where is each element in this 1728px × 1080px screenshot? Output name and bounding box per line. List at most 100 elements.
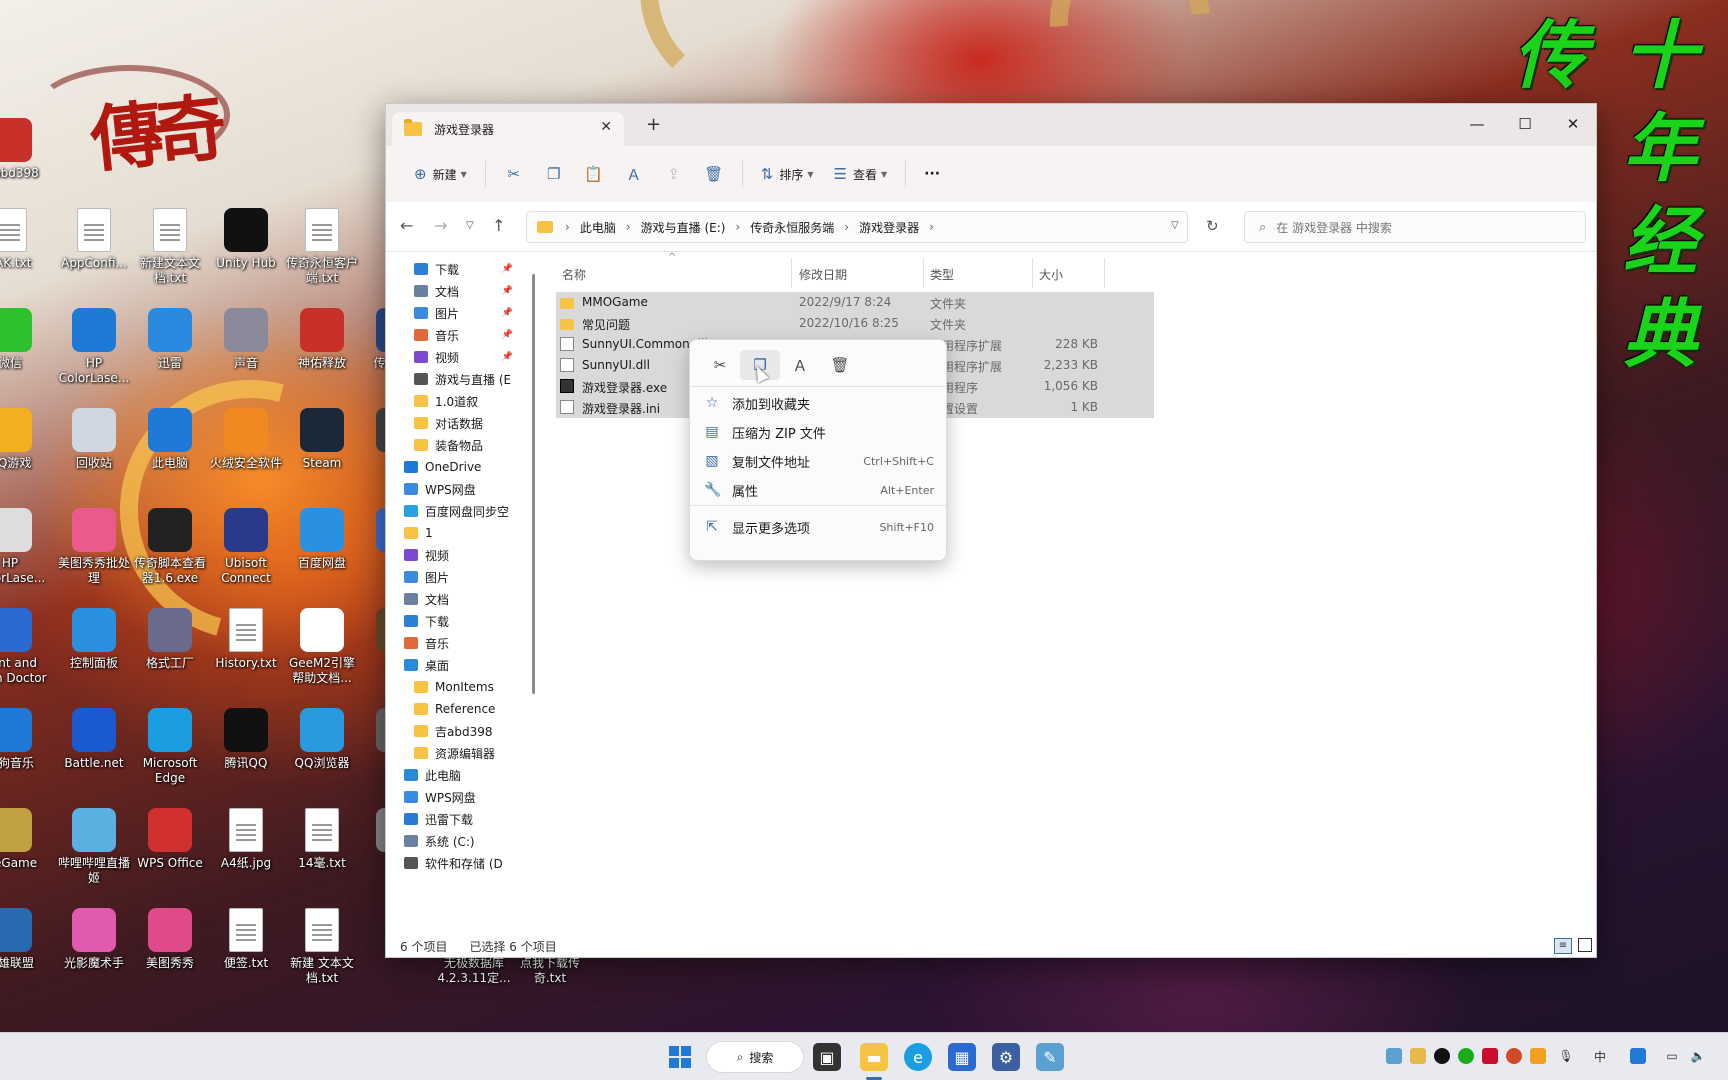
nav-item[interactable]: 装备物品 (386, 434, 521, 456)
desktop-file-a4[interactable]: A4纸.jpg (208, 808, 284, 871)
close-tab-icon[interactable]: ✕ (600, 119, 612, 135)
context-menu-item[interactable]: ☆ 添加到收藏夹 (690, 388, 946, 418)
context-cut-button[interactable]: ✂ (700, 350, 740, 380)
new-button[interactable]: ⊕ 新建 ▼ (404, 158, 477, 190)
paste-button[interactable]: 📋 (574, 165, 614, 183)
context-menu-item[interactable]: 🔧 属性 Alt+Enter (690, 475, 946, 505)
nav-item[interactable]: WPS网盘 (386, 478, 521, 500)
share-button[interactable]: ⇪ (654, 165, 694, 183)
input-method-icon[interactable]: 中 (1592, 1048, 1608, 1064)
taskbar-app-editor[interactable]: ✎ (1036, 1043, 1064, 1071)
nav-item[interactable]: 软件和存储 (D (386, 852, 521, 874)
nav-item[interactable]: 桌面 (386, 654, 521, 676)
desktop-app-formatfactory[interactable]: 格式工厂 (132, 608, 208, 671)
address-bar[interactable]: › 此电脑 › 游戏与直播 (E:) › 传奇永恒服务端 › 游戏登录器 › (526, 211, 1188, 243)
desktop-file-appconfig[interactable]: AppConfi... (56, 208, 132, 271)
breadcrumb-this-pc[interactable]: 此电脑 (580, 219, 616, 236)
desktop-app-xunlei[interactable]: 迅雷 (132, 308, 208, 371)
desktop-file-abd398[interactable]: 吉abd398 (0, 118, 48, 181)
context-rename-button[interactable]: Ａ (780, 350, 820, 380)
recent-locations-icon[interactable]: ▽ (466, 220, 474, 231)
column-name[interactable]: 名称 (562, 266, 586, 283)
desktop-app-thispc[interactable]: 此电脑 (132, 408, 208, 471)
desktop-app-controlpanel[interactable]: 控制面板 (56, 608, 132, 671)
tray-app3-icon[interactable] (1630, 1048, 1646, 1064)
desktop-app-recyclebin[interactable]: 回收站 (56, 408, 132, 471)
desktop-file-newtext[interactable]: 新建文本文档.txt (132, 208, 208, 286)
taskbar-search-button[interactable]: ⌕ 搜索 (706, 1041, 804, 1073)
nav-item[interactable]: 音乐 📌 (386, 324, 521, 346)
context-menu-item[interactable]: ▧ 复制文件地址 Ctrl+Shift+C (690, 446, 946, 476)
nav-item[interactable]: 吉abd398 (386, 720, 521, 742)
desktop-app-meitu[interactable]: 美图秀秀 (132, 908, 208, 971)
desktop-app-guangying[interactable]: 光影魔术手 (56, 908, 132, 971)
desktop-app-battlenet[interactable]: Battle.net (56, 708, 132, 771)
nav-item[interactable]: 此电脑 (386, 764, 521, 786)
nav-item[interactable]: OneDrive (386, 456, 521, 478)
nav-item[interactable]: 图片 (386, 566, 521, 588)
desktop-app-printscan[interactable]: Print and Scan Doctor (0, 608, 48, 686)
nav-item[interactable]: 下载 📌 (386, 258, 521, 280)
desktop-app-baidu[interactable]: 百度网盘 (284, 508, 360, 571)
desktop-file-geem2[interactable]: GeeM2引擎帮助文档... (284, 608, 360, 686)
tray-folder-icon[interactable] (1410, 1048, 1426, 1064)
file-row[interactable]: MMOGame 2022/9/17 8:24 文件夹 (556, 292, 1154, 313)
nav-item[interactable]: 1.0道叙 (386, 390, 521, 412)
desktop-app-meitu-batch[interactable]: 美图秀秀批处理 (56, 508, 132, 586)
desktop-app-shenyou[interactable]: 神佑释放 (284, 308, 360, 371)
breadcrumb-server-folder[interactable]: 传奇永恒服务端 (750, 219, 834, 236)
sort-button[interactable]: ⇅ 排序 ▼ (751, 158, 824, 190)
breadcrumb-current-folder[interactable]: 游戏登录器 (859, 219, 919, 236)
desktop-app-unityhub[interactable]: Unity Hub (208, 208, 284, 271)
context-delete-button[interactable]: 🗑 (820, 350, 860, 380)
start-button[interactable] (666, 1043, 694, 1071)
forward-arrow-icon[interactable]: → (434, 216, 447, 235)
close-window-button[interactable]: ✕ (1550, 110, 1596, 138)
details-view-icon[interactable]: ≡ (1554, 938, 1572, 954)
nav-item[interactable]: 文档 (386, 588, 521, 610)
desktop-app-lol[interactable]: 英雄联盟 (0, 908, 48, 971)
tray-huorong-icon[interactable] (1530, 1048, 1546, 1064)
context-menu-item[interactable]: ▤ 压缩为 ZIP 文件 (690, 417, 946, 447)
desktop-app-bilibili[interactable]: 哔哩哔哩直播姬 (56, 808, 132, 886)
back-arrow-icon[interactable]: ← (400, 216, 413, 235)
nav-item[interactable]: WPS网盘 (386, 786, 521, 808)
nav-item[interactable]: 视频 📌 (386, 346, 521, 368)
tray-qq-icon[interactable] (1434, 1048, 1450, 1064)
breadcrumb-drive-e[interactable]: 游戏与直播 (E:) (641, 219, 726, 236)
network-icon[interactable]: ▭ (1664, 1048, 1680, 1064)
nav-item[interactable]: 系统 (C:) (386, 830, 521, 852)
desktop-app-wechat[interactable]: 微信 (0, 308, 48, 371)
nav-item[interactable]: 对话数据 (386, 412, 521, 434)
nav-item[interactable]: MonItems (386, 676, 521, 698)
copy-button[interactable]: ❐ (534, 165, 574, 183)
nav-item[interactable]: Reference (386, 698, 521, 720)
task-view-button[interactable]: ▣ (813, 1043, 841, 1071)
desktop-app-kugou[interactable]: 酷狗音乐 (0, 708, 48, 771)
nav-item[interactable]: 视频 (386, 544, 521, 566)
address-history-chevron-icon[interactable]: ▽ (1171, 220, 1179, 231)
refresh-icon[interactable]: ↻ (1206, 217, 1219, 235)
delete-button[interactable]: 🗑 (694, 165, 734, 183)
desktop-app-qqgame[interactable]: QQ游戏 (0, 408, 48, 471)
taskbar-edge[interactable]: e (904, 1043, 932, 1071)
desktop-file-pak[interactable]: PAK.txt (0, 208, 48, 271)
cut-button[interactable]: ✂ (494, 165, 534, 183)
tab-current-folder[interactable]: 游戏登录器 ✕ (392, 112, 624, 146)
microphone-icon[interactable]: 🎙 (1558, 1048, 1574, 1064)
nav-item[interactable]: 1 (386, 522, 521, 544)
desktop-file-bianqian[interactable]: 便签.txt (208, 908, 284, 971)
tray-app-icon[interactable] (1386, 1048, 1402, 1064)
desktop-app-qqbrowser[interactable]: QQ浏览器 (284, 708, 360, 771)
taskbar-file-explorer[interactable]: ▬ (860, 1043, 888, 1071)
minimize-button[interactable]: — (1454, 110, 1500, 138)
column-size[interactable]: 大小 (1039, 266, 1063, 283)
desktop-app-edge[interactable]: Microsoft Edge (132, 708, 208, 786)
tray-app2-icon[interactable] (1506, 1048, 1522, 1064)
volume-icon[interactable]: 🔈 (1690, 1048, 1706, 1064)
desktop-app-script-viewer[interactable]: 传奇脚本查看器1.6.exe (132, 508, 208, 586)
new-tab-button[interactable]: + (646, 114, 661, 135)
desktop-app-steam[interactable]: Steam (284, 408, 360, 471)
desktop-app-wegame[interactable]: WeGame (0, 808, 48, 871)
desktop-app-wps[interactable]: WPS Office (132, 808, 208, 871)
